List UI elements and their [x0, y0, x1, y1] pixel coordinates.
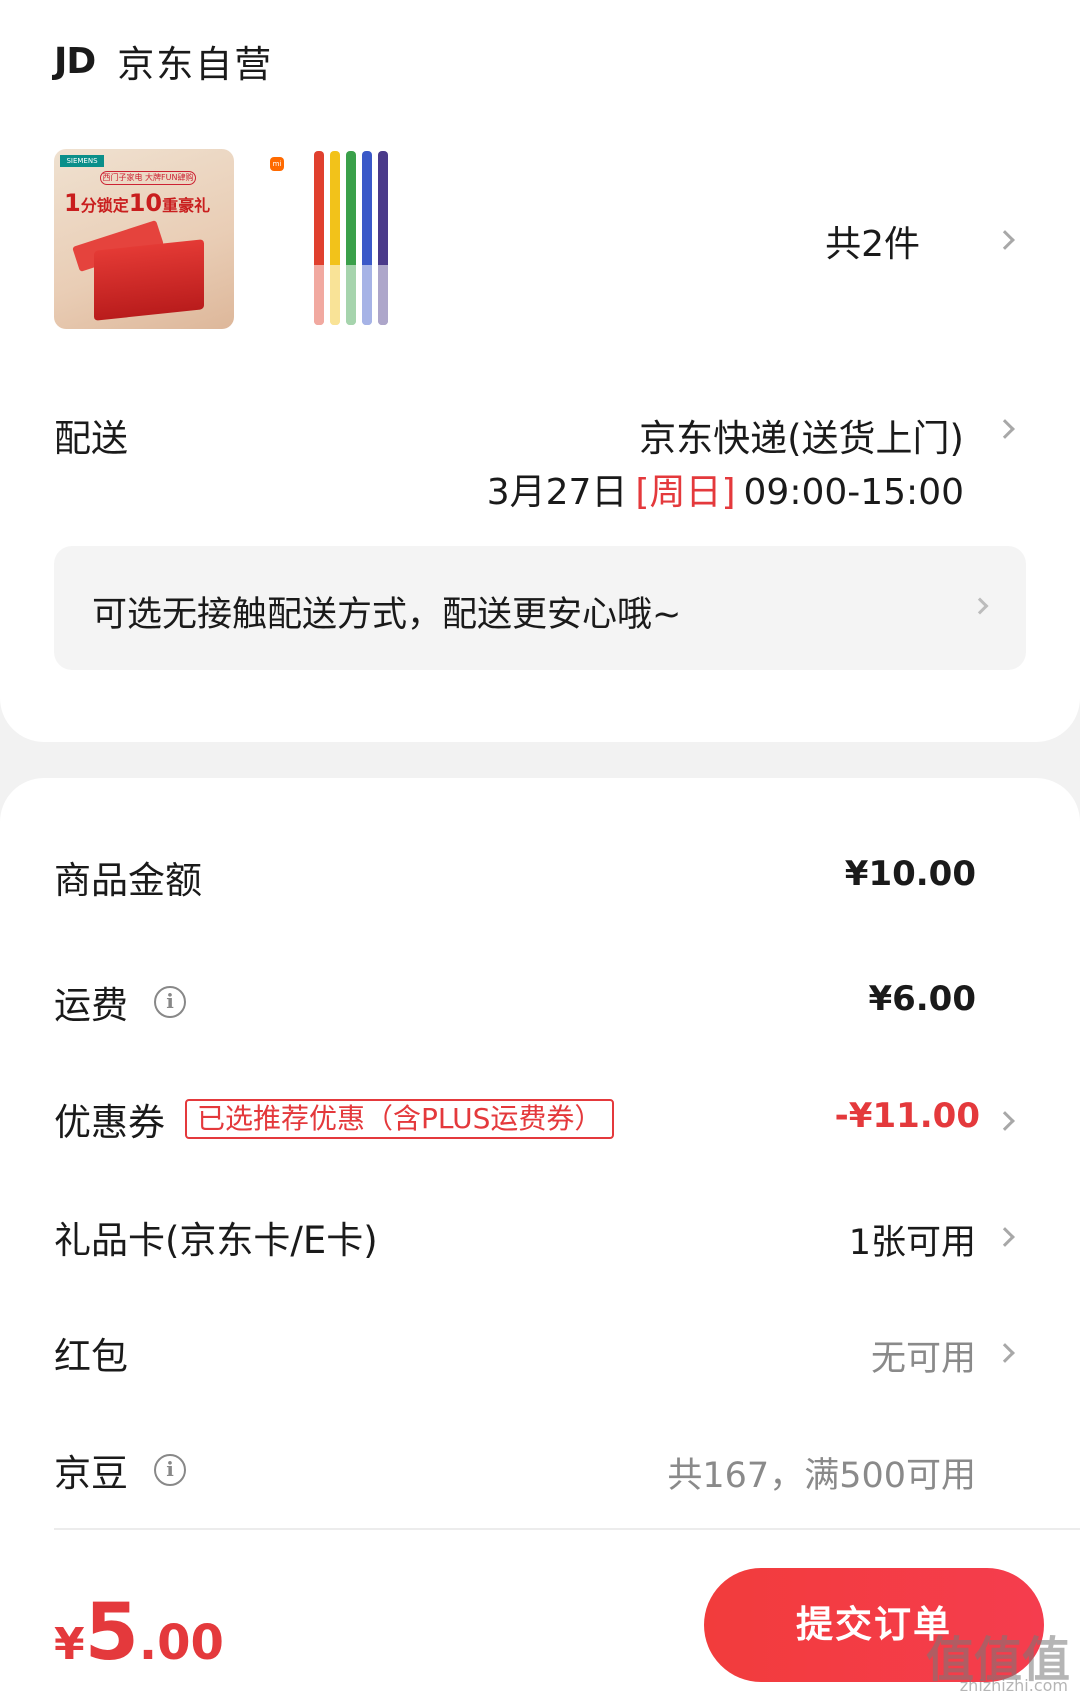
items-count[interactable]: 共2件 [825, 215, 920, 267]
beans-label-wrap: 京豆 i [54, 1443, 186, 1497]
divider [54, 1528, 1080, 1530]
coupon-value: -¥11.00 [834, 1096, 980, 1136]
chevron-right-icon [971, 597, 989, 615]
watermark-url: zhizhizhi.com [959, 1676, 1068, 1695]
shop-header[interactable]: JD 京东自营 [54, 36, 274, 87]
shipping-label: 运费 [54, 984, 128, 1027]
pen-yellow [330, 151, 340, 325]
product-thumbnail-siemens-gift[interactable]: SIEMENS 西门子家电 大牌FUN肆购 1分锁定10重豪礼 [54, 149, 234, 329]
product-headline: 1分锁定10重豪礼 [64, 189, 211, 217]
chevron-right-icon [995, 1343, 1015, 1363]
delivery-day: [周日] [635, 472, 736, 513]
mi-logo-icon: mi [270, 157, 284, 171]
total-price: ¥5.00 [54, 1588, 224, 1678]
total-currency: ¥ [54, 1619, 85, 1670]
goods-amount-label: 商品金额 [54, 859, 202, 902]
shop-name: 京东自营 [117, 43, 274, 86]
beans-label: 京豆 [54, 1452, 128, 1495]
contactless-tip: 可选无接触配送方式，配送更安心哦~ [92, 595, 682, 635]
checkout-bar: ¥5.00 提交订单 [0, 1548, 1080, 1700]
pen-red [314, 151, 324, 325]
info-icon[interactable]: i [154, 1454, 186, 1486]
pen-blue [362, 151, 372, 325]
coupon-label-wrap: 优惠券 已选推荐优惠（含PLUS运费券） [54, 1092, 615, 1146]
product-banner-text: 西门子家电 大牌FUN肆购 [100, 171, 196, 185]
shipping-label-wrap: 运费 i [54, 975, 186, 1029]
giftcard-value: 1张可用 [848, 1223, 976, 1263]
redpacket-value: 无可用 [870, 1339, 976, 1379]
shipping-value: ¥6.00 [868, 979, 976, 1019]
info-icon[interactable]: i [154, 986, 186, 1018]
delivery-label: 配送 [54, 417, 128, 460]
coupon-selected-tag: 已选推荐优惠（含PLUS运费券） [185, 1099, 615, 1139]
total-int: 5 [84, 1588, 139, 1678]
goods-amount-value: ¥10.00 [844, 854, 976, 894]
chevron-right-icon[interactable] [995, 419, 1015, 439]
siemens-brand-tag: SIEMENS [60, 155, 104, 167]
pen-green [346, 151, 356, 325]
chevron-right-icon [995, 1111, 1015, 1131]
chevron-right-icon[interactable] [995, 230, 1015, 250]
product-thumbnail-gel-pens[interactable]: mi [262, 149, 412, 329]
gift-box [94, 239, 204, 321]
coupon-label: 优惠券 [54, 1101, 165, 1144]
contactless-delivery-option[interactable]: 可选无接触配送方式，配送更安心哦~ [54, 546, 1026, 670]
goods-amount-row: 商品金额 ¥10.00 [0, 850, 1080, 910]
coupon-row[interactable]: 优惠券 已选推荐优惠（含PLUS运费券） -¥11.00 [0, 1092, 1080, 1152]
jd-beans-row: 京豆 i 共167，满500可用 [0, 1443, 1080, 1503]
delivery-method[interactable]: 京东快递(送货上门) [639, 408, 964, 462]
redpacket-row[interactable]: 红包 无可用 [0, 1326, 1080, 1386]
giftcard-label: 礼品卡(京东卡/E卡) [54, 1219, 378, 1262]
shop-card: JD 京东自营 SIEMENS 西门子家电 大牌FUN肆购 1分锁定10重豪礼 … [0, 0, 1080, 742]
beans-value: 共167，满500可用 [667, 1456, 976, 1496]
delivery-time[interactable]: 3月27日 [周日] 09:00-15:00 [487, 463, 964, 515]
giftcard-row[interactable]: 礼品卡(京东卡/E卡) 1张可用 [0, 1210, 1080, 1270]
delivery-date: 3月27日 [486, 472, 628, 513]
jd-logo: JD [54, 40, 96, 82]
redpacket-label: 红包 [54, 1335, 128, 1378]
pen-purple [378, 151, 388, 325]
delivery-window: 09:00-15:00 [743, 472, 964, 513]
shipping-row: 运费 i ¥6.00 [0, 975, 1080, 1035]
chevron-right-icon [995, 1227, 1015, 1247]
total-decimal: .00 [138, 1615, 224, 1671]
